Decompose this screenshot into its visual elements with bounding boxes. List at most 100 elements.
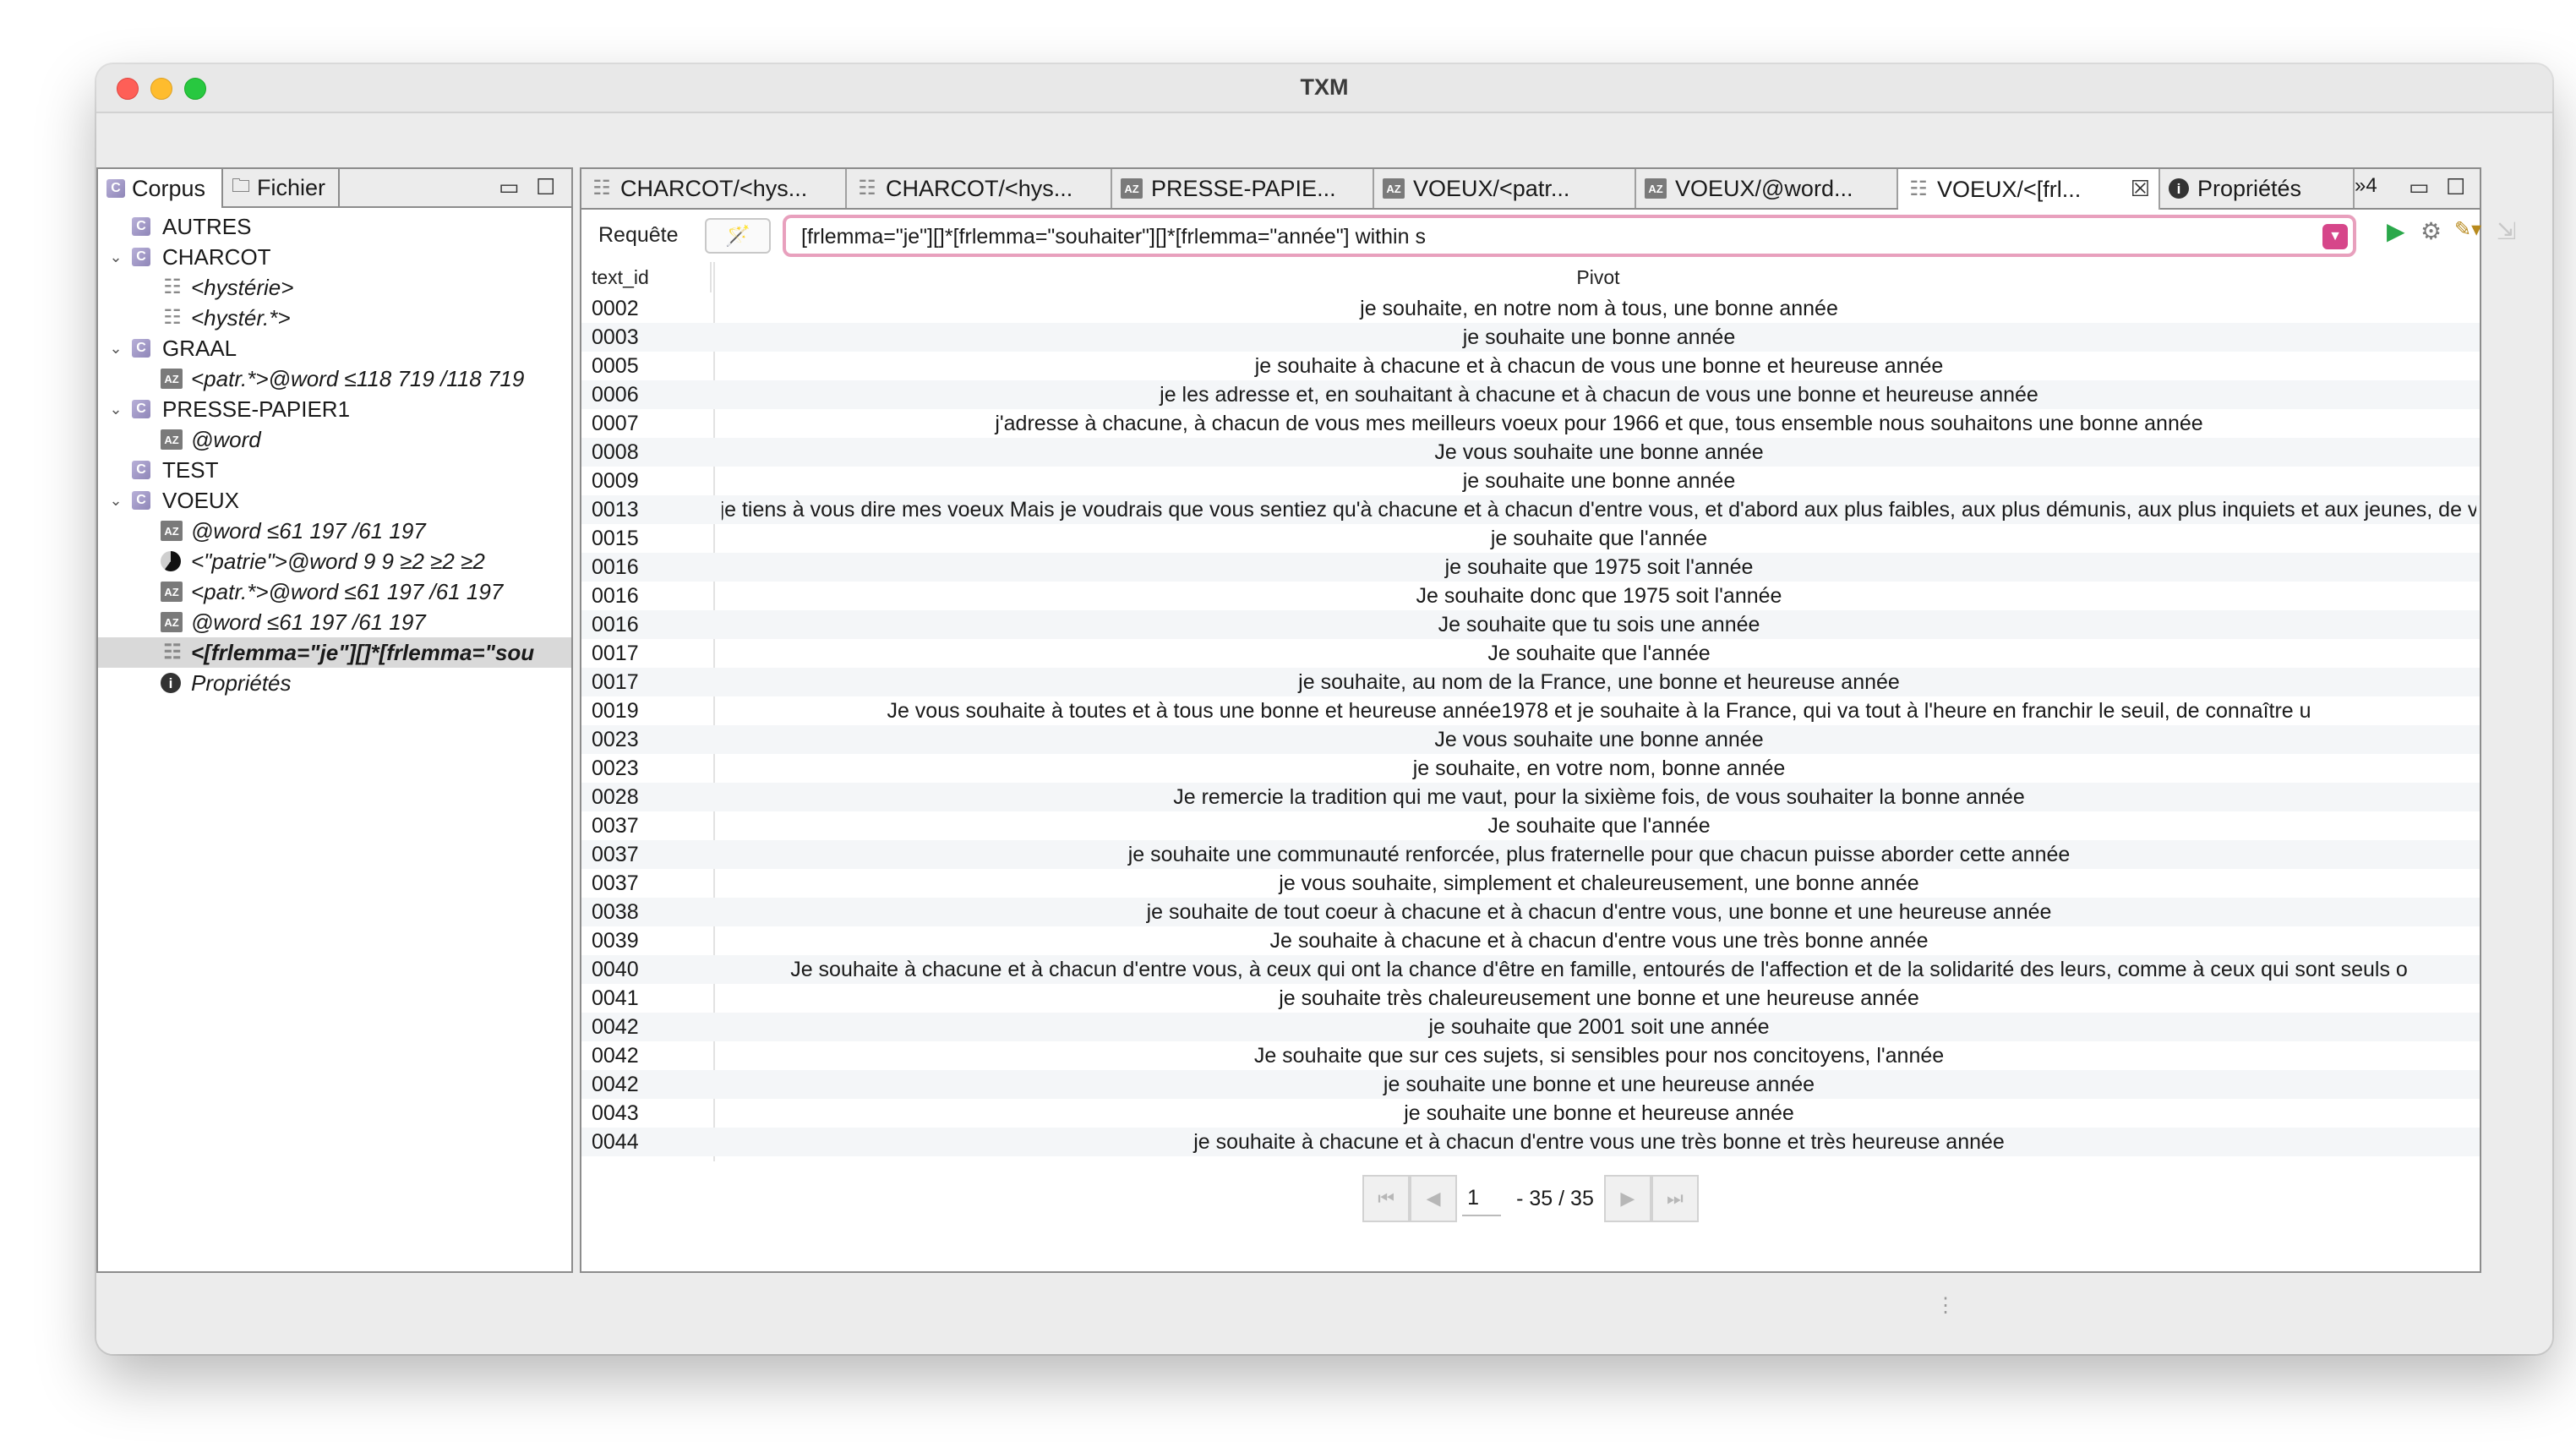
tree-item[interactable]: ⌄ C VOEUX <box>98 485 571 516</box>
pivot-cell: je les adresse et, en souhaitant à chacu… <box>722 383 2476 407</box>
table-row[interactable]: 0037 je vous souhaite, simplement et chal… <box>581 869 2480 898</box>
table-row[interactable]: 0015 je souhaite que l'année <box>581 524 2480 553</box>
tree-item[interactable]: ⌄ C GRAAL <box>98 333 571 363</box>
table-row[interactable]: 0042 je souhaite que 2001 soit une année <box>581 1013 2480 1041</box>
table-row[interactable]: 0042 je souhaite une bonne et une heureus… <box>581 1070 2480 1099</box>
tab-overflow-indicator[interactable]: »4 <box>2355 174 2377 198</box>
table-row[interactable]: 0028 Je remercie la tradition qui me vaut… <box>581 783 2480 811</box>
minimize-editor-icon[interactable]: ▭ <box>2409 174 2430 200</box>
tree-item-label: PRESSE-PAPIER1 <box>162 396 351 422</box>
edit-options-icon[interactable]: ✎▾ <box>2454 220 2481 240</box>
pivot-cell: je tiens à vous dire mes voeux Mais je v… <box>722 498 2476 522</box>
tree-item[interactable]: AZ @word ≤61 197 /61 197 <box>98 607 571 637</box>
text-id-cell: 0007 <box>592 411 639 435</box>
table-row[interactable]: 0002 je souhaite, en notre nom à tous, un… <box>581 294 2480 323</box>
table-row[interactable]: 0040 Je souhaite à chacune et à chacun d'… <box>581 955 2480 984</box>
previous-page-button[interactable]: ◀ <box>1410 1175 1458 1222</box>
table-row[interactable]: 0016 je souhaite que 1975 soit l'année <box>581 553 2480 582</box>
pivot-text: je tiens à vous dire mes voeux Mais je v… <box>722 497 2476 522</box>
table-row[interactable]: 0044 je souhaite à chacune et à chacun d'… <box>581 1128 2480 1156</box>
tab-corpus[interactable]: C Corpus <box>98 169 223 208</box>
table-row[interactable]: 0023 je souhaite, en votre nom, bonne ann… <box>581 754 2480 783</box>
table-row[interactable]: 0039 Je souhaite à chacune et à chacun d'… <box>581 926 2480 955</box>
expand-chevron-icon[interactable]: ⌄ <box>106 492 125 510</box>
status-bar: ⋮ <box>96 1281 2552 1354</box>
table-row[interactable]: 0038 je souhaite de tout coeur à chacune … <box>581 898 2480 926</box>
close-tab-icon[interactable]: ☒ <box>2131 176 2150 202</box>
text-id-cell: 0043 <box>592 1101 639 1125</box>
pivot-text: Je remercie la tradition qui me vaut, po… <box>1173 784 2025 809</box>
column-header-text-id[interactable]: text_id <box>592 262 712 292</box>
pivot-cell: Je souhaite à chacune et à chacun d'entr… <box>722 958 2476 982</box>
table-row[interactable]: 0007 j'adresse à chacune, à chacun de vou… <box>581 409 2480 438</box>
table-row[interactable]: 0037 Je souhaite que l'année <box>581 811 2480 840</box>
settings-gear-icon[interactable]: ⚙ <box>2420 220 2442 243</box>
text-id-cell: 0037 <box>592 871 639 895</box>
table-row[interactable]: 0003 je souhaite une bonne année <box>581 323 2480 352</box>
column-header-pivot[interactable]: Pivot <box>720 262 2476 292</box>
run-query-icon[interactable]: ▶ <box>2387 220 2405 243</box>
expand-chevron-icon[interactable]: ⌄ <box>106 249 125 266</box>
maximize-panel-icon[interactable]: ☐ <box>536 174 555 200</box>
pivot-text: Je vous souhaite une bonne année <box>1434 727 1764 751</box>
first-page-button[interactable]: ⏮ <box>1362 1175 1411 1222</box>
maximize-editor-icon[interactable]: ☐ <box>2446 174 2465 200</box>
table-row[interactable]: 0006 je les adresse et, en souhaitant à c… <box>581 380 2480 409</box>
tree-item[interactable]: C AUTRES <box>98 211 571 242</box>
last-page-button[interactable]: ⏭ <box>1651 1175 1699 1222</box>
table-row[interactable]: 0009 je souhaite une bonne année <box>581 467 2480 495</box>
pivot-cell: Je souhaite que sur ces sujets, si sensi… <box>722 1044 2476 1068</box>
tree-item[interactable]: AZ @word <box>98 424 571 455</box>
expand-chevron-icon[interactable]: ⌄ <box>106 340 125 358</box>
table-row[interactable]: 0005 je souhaite à chacune et à chacun de… <box>581 352 2480 380</box>
grip-icon[interactable]: ⋮ <box>1935 1293 1956 1318</box>
tree-item[interactable]: <"patrie">@word 9 9 ≥2 ≥2 ≥2 <box>98 546 571 576</box>
lexicon-icon: AZ <box>1645 178 1667 199</box>
editor-tab[interactable]: i Propriétés <box>2160 169 2355 208</box>
expand-chevron-icon[interactable]: ⌄ <box>106 401 125 418</box>
text-id-cell: 0042 <box>592 1043 639 1068</box>
table-row[interactable]: 0017 je souhaite, au nom de la France, un… <box>581 668 2480 696</box>
table-row[interactable]: 0023 Je vous souhaite une bonne année <box>581 725 2480 754</box>
tree-item[interactable]: ⌄ C PRESSE-PAPIER1 <box>98 394 571 424</box>
tree-item[interactable]: AZ <patr.*>@word ≤118 719 /118 719 <box>98 363 571 394</box>
left-panel-tabs: C Corpus 🗀 Fichier ▭ ☐ <box>98 169 571 208</box>
editor-tab[interactable]: ☷ CHARCOT/<hys... <box>581 169 847 208</box>
tree-item[interactable]: ☷ <hystér.*> <box>98 303 571 333</box>
text-id-cell: 0006 <box>592 382 639 407</box>
table-row[interactable]: 0019 Je vous souhaite à toutes et à tous … <box>581 696 2480 725</box>
tree-item[interactable]: AZ @word ≤61 197 /61 197 <box>98 516 571 546</box>
tree-item[interactable]: ☷ <[frlemma="je"][]*[frlemma="sou <box>98 637 571 668</box>
editor-tab[interactable]: AZ VOEUX/@word... <box>1636 169 1898 208</box>
pivot-cell: je souhaite une bonne et heureuse année <box>722 1101 2476 1126</box>
query-input[interactable]: [frlemma="je"][]*[frlemma="souhaiter"][]… <box>783 215 2356 257</box>
table-row[interactable]: 0013 je tiens à vous dire mes voeux Mais … <box>581 495 2480 524</box>
editor-tab[interactable]: AZ VOEUX/<patr... <box>1374 169 1636 208</box>
table-row[interactable]: 0008 Je vous souhaite une bonne année <box>581 438 2480 467</box>
tree-item[interactable]: AZ <patr.*>@word ≤61 197 /61 197 <box>98 576 571 607</box>
export-icon[interactable]: ⇲ <box>2497 220 2516 243</box>
table-row[interactable]: 0045 Je suis heureux d'être avec vous ce … <box>581 1156 2480 1162</box>
tree-item[interactable]: i Propriétés <box>98 668 571 698</box>
table-row[interactable]: 0043 je souhaite une bonne et heureuse an… <box>581 1099 2480 1128</box>
pivot-text: Je souhaite que tu sois une année <box>1438 612 1760 636</box>
table-row[interactable]: 0041 je souhaite très chaleureusement une… <box>581 984 2480 1013</box>
table-row[interactable]: 0016 Je souhaite donc que 1975 soit l'ann… <box>581 582 2480 610</box>
tab-fichier[interactable]: 🗀 Fichier <box>223 169 340 206</box>
pivot-text: je souhaite, en notre nom à tous, une bo… <box>1360 296 1838 320</box>
editor-tab[interactable]: AZ PRESSE-PAPIE... <box>1112 169 1374 208</box>
next-page-button[interactable]: ▶ <box>1603 1175 1651 1222</box>
table-row[interactable]: 0037 je souhaite une communauté renforcée… <box>581 840 2480 869</box>
table-row[interactable]: 0017 Je souhaite que l'année <box>581 639 2480 668</box>
minimize-panel-icon[interactable]: ▭ <box>499 174 520 200</box>
page-number-input[interactable]: 1 <box>1462 1181 1502 1216</box>
editor-tab[interactable]: ☷ CHARCOT/<hys... <box>847 169 1112 208</box>
tree-item[interactable]: ⌄ C CHARCOT <box>98 242 571 272</box>
tree-item[interactable]: ☷ <hystérie> <box>98 272 571 303</box>
table-row[interactable]: 0042 Je souhaite que sur ces sujets, si s… <box>581 1041 2480 1070</box>
tree-item[interactable]: C TEST <box>98 455 571 485</box>
query-assistant-button[interactable]: 🪄 <box>705 218 771 254</box>
table-row[interactable]: 0016 Je souhaite que tu sois une année <box>581 610 2480 639</box>
query-history-dropdown[interactable]: ▼ <box>2322 224 2348 249</box>
editor-tab[interactable]: ☷ VOEUX/<[frl... ☒ <box>1898 169 2160 210</box>
